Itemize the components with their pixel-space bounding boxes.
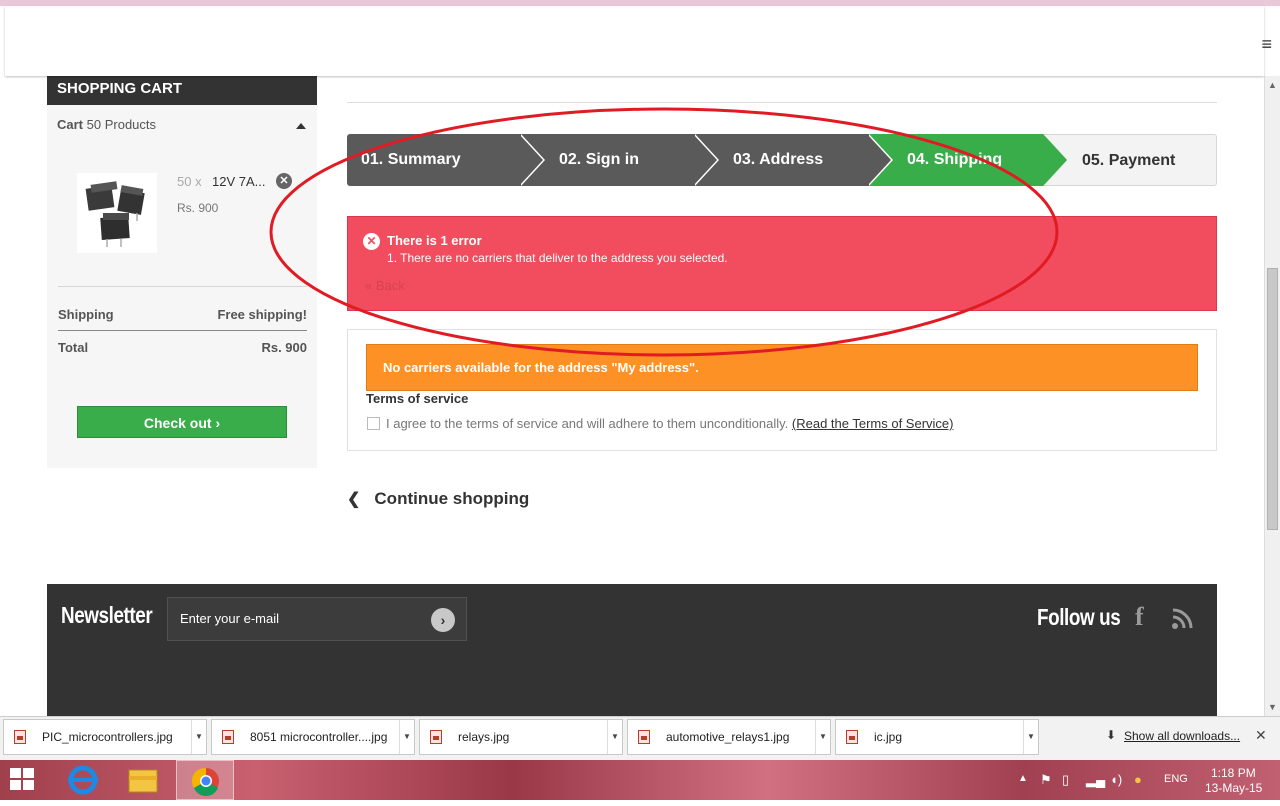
newsletter-heading: Newsletter bbox=[61, 602, 153, 628]
product-price: Rs. 900 bbox=[177, 201, 219, 215]
download-item[interactable]: ic.jpg ▼ bbox=[835, 719, 1039, 755]
step-arrow bbox=[519, 134, 543, 186]
step-payment[interactable]: 05. Payment bbox=[1043, 134, 1217, 186]
image-file-icon bbox=[222, 730, 234, 744]
browser-toolbar-overlay bbox=[5, 6, 1264, 76]
start-button[interactable] bbox=[0, 760, 54, 800]
page-scrollbar[interactable]: ▲ ▼ bbox=[1264, 76, 1280, 716]
total-label: Total bbox=[58, 340, 89, 355]
dropdown-icon[interactable]: ▼ bbox=[399, 720, 414, 754]
chevron-left-icon: ❮ bbox=[347, 491, 361, 508]
language-indicator[interactable]: ENG bbox=[1164, 773, 1188, 785]
close-icon[interactable]: ✕ bbox=[1255, 727, 1267, 744]
dropdown-icon[interactable]: ▼ bbox=[607, 720, 622, 754]
newsletter-submit-icon[interactable]: › bbox=[431, 608, 455, 632]
cart-count: Cart 50 Products bbox=[57, 117, 157, 132]
tray-up-icon[interactable]: ▲ bbox=[1018, 773, 1028, 784]
download-item[interactable]: 8051 microcontroller....jpg ▼ bbox=[211, 719, 415, 755]
tos-text: I agree to the terms of service and will… bbox=[386, 416, 954, 431]
step-arrow bbox=[693, 134, 717, 186]
weather-icon[interactable]: ● bbox=[1134, 772, 1142, 787]
scroll-up-icon[interactable]: ▲ bbox=[1268, 80, 1277, 90]
step-arrow bbox=[867, 134, 891, 186]
clock-time[interactable]: 1:18 PM bbox=[1211, 766, 1256, 780]
rss-icon[interactable] bbox=[1171, 606, 1195, 635]
scroll-thumb[interactable] bbox=[1267, 268, 1278, 530]
annotation-ellipse bbox=[269, 107, 1059, 357]
shipping-label: Shipping bbox=[58, 307, 114, 322]
facebook-icon[interactable]: f bbox=[1135, 602, 1144, 632]
windows-taskbar: ▲ ⚑ ▯ ▂▄ ◖) ● ENG 1:18 PM 13-May-15 bbox=[0, 760, 1280, 800]
tos-link[interactable]: (Read the Terms of Service) bbox=[792, 416, 954, 431]
web-page: SHOPPING CART Cart 50 Products 50 x 12V … bbox=[0, 76, 1264, 716]
scroll-down-icon[interactable]: ▼ bbox=[1268, 702, 1277, 712]
site-footer: Newsletter Enter your e-mail › Follow us… bbox=[47, 584, 1217, 716]
image-file-icon bbox=[430, 730, 442, 744]
chrome-icon[interactable] bbox=[176, 760, 234, 800]
battery-icon[interactable]: ▯ bbox=[1062, 772, 1069, 788]
continue-shopping-link[interactable]: ❮ Continue shopping bbox=[347, 489, 529, 509]
tos-checkbox[interactable] bbox=[367, 417, 380, 430]
dropdown-icon[interactable]: ▼ bbox=[191, 720, 206, 754]
download-arrow-icon: ⬇ bbox=[1106, 728, 1117, 742]
image-file-icon bbox=[14, 730, 26, 744]
show-all-downloads-link[interactable]: Show all downloads... bbox=[1124, 729, 1240, 743]
dropdown-icon[interactable]: ▼ bbox=[815, 720, 830, 754]
image-file-icon bbox=[846, 730, 858, 744]
newsletter-email-input[interactable]: Enter your e-mail › bbox=[167, 597, 467, 641]
download-item[interactable]: relays.jpg ▼ bbox=[419, 719, 623, 755]
internet-explorer-icon[interactable] bbox=[56, 760, 110, 800]
product-quantity: 50 x bbox=[177, 174, 202, 189]
downloads-bar: PIC_microcontrollers.jpg ▼ 8051 microcont… bbox=[0, 716, 1280, 760]
image-file-icon bbox=[638, 730, 650, 744]
dropdown-icon[interactable]: ▼ bbox=[1023, 720, 1038, 754]
clock-date[interactable]: 13-May-15 bbox=[1205, 781, 1262, 795]
browser-menu-icon[interactable]: ≡ bbox=[1261, 34, 1272, 55]
download-item[interactable]: automotive_relays1.jpg ▼ bbox=[627, 719, 831, 755]
windows-logo-icon bbox=[10, 768, 36, 792]
follow-us-heading: Follow us bbox=[1037, 604, 1121, 630]
checkout-button[interactable]: Check out › bbox=[77, 406, 287, 438]
step-arrow-active bbox=[1043, 134, 1067, 186]
product-name[interactable]: 12V 7A... bbox=[212, 174, 265, 189]
product-thumbnail[interactable] bbox=[77, 173, 157, 253]
file-explorer-icon[interactable] bbox=[116, 760, 170, 800]
cart-heading: SHOPPING CART bbox=[47, 76, 317, 105]
volume-icon[interactable]: ◖) bbox=[1110, 772, 1122, 787]
action-center-flag-icon[interactable]: ⚑ bbox=[1040, 772, 1052, 788]
network-icon[interactable]: ▂▄ bbox=[1086, 772, 1105, 788]
download-item[interactable]: PIC_microcontrollers.jpg ▼ bbox=[3, 719, 207, 755]
header-divider bbox=[347, 102, 1217, 103]
tos-title: Terms of service bbox=[366, 391, 469, 406]
